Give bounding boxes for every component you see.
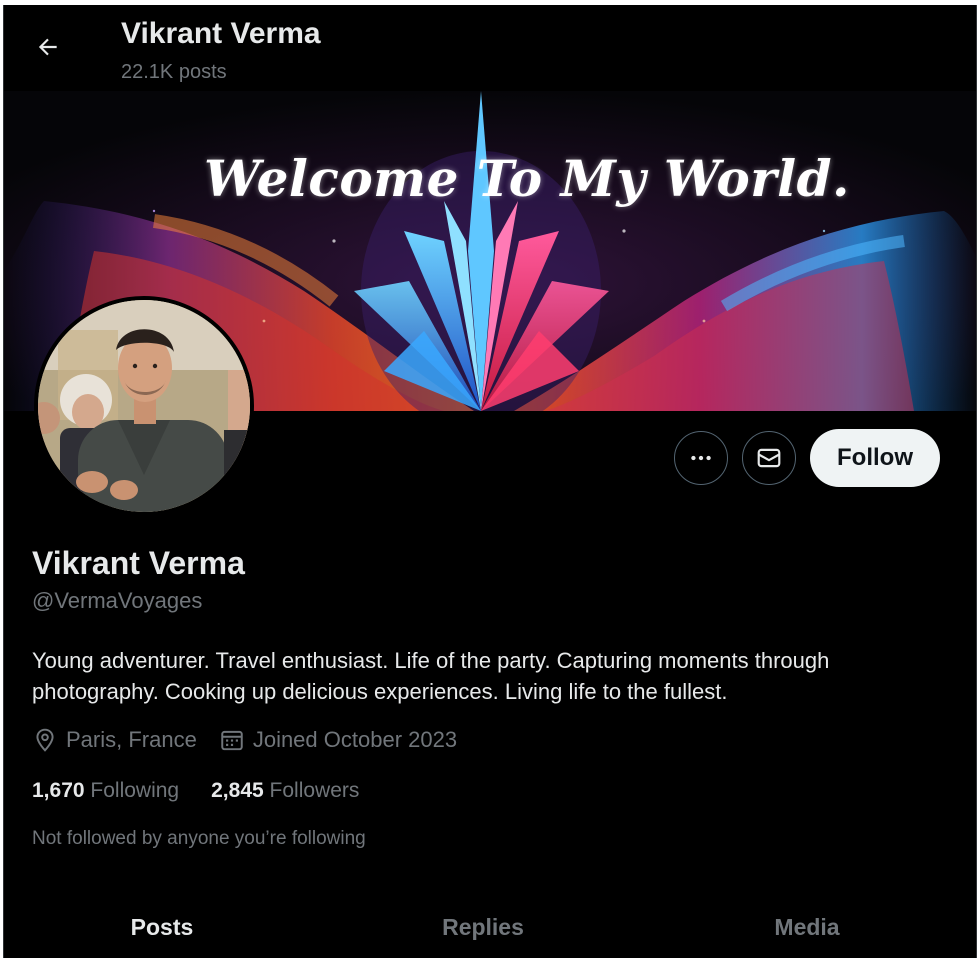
followers-link[interactable]: 2,845 Followers (211, 779, 359, 803)
envelope-icon (757, 448, 781, 468)
message-button[interactable] (742, 431, 796, 485)
banner-title: Welcome To My World. (204, 149, 850, 208)
follow-button[interactable]: Follow (810, 429, 940, 487)
location-pin-icon (36, 728, 54, 752)
avatar-photo (38, 300, 250, 512)
profile-page: Vikrant Verma 22.1K posts Welcome To My … (3, 5, 977, 958)
avatar[interactable] (34, 296, 254, 516)
header-posts-count: 22.1K posts (121, 61, 227, 83)
more-options-button[interactable] (674, 431, 728, 485)
profile-actions: Follow (674, 429, 940, 487)
followers-label: Followers (269, 779, 360, 802)
back-button[interactable] (30, 29, 66, 65)
profile-name: Vikrant Verma (32, 545, 245, 581)
tab-posts[interactable]: Posts (4, 898, 320, 958)
top-bar: Vikrant Verma 22.1K posts (4, 5, 976, 93)
following-link[interactable]: 1,670 Following (32, 779, 179, 803)
profile-tabs: Posts Replies Media (4, 898, 976, 958)
more-horizontal-icon (691, 455, 711, 461)
joined-item: Joined October 2023 (219, 727, 457, 753)
following-count: 1,670 (32, 779, 85, 802)
joined-text: Joined October 2023 (252, 727, 458, 752)
calendar-icon (221, 730, 243, 751)
location-item: Paris, France (32, 727, 197, 753)
followers-count: 2,845 (211, 779, 264, 802)
arrow-left-icon (38, 38, 57, 56)
profile-handle: @VermaVoyages (32, 588, 203, 613)
profile-bio: Young adventurer. Travel enthusiast. Lif… (32, 648, 830, 704)
location-text: Paris, France (66, 727, 197, 752)
tab-replies[interactable]: Replies (320, 898, 646, 958)
profile-stats: 1,670 Following 2,845 Followers (32, 779, 391, 803)
header-name: Vikrant Verma (121, 17, 321, 50)
following-label: Following (90, 779, 180, 802)
not-followed-notice: Not followed by anyone you’re following (32, 828, 366, 849)
tab-media[interactable]: Media (646, 898, 968, 958)
profile-meta: Paris, France Joined October 2023 (32, 727, 479, 753)
